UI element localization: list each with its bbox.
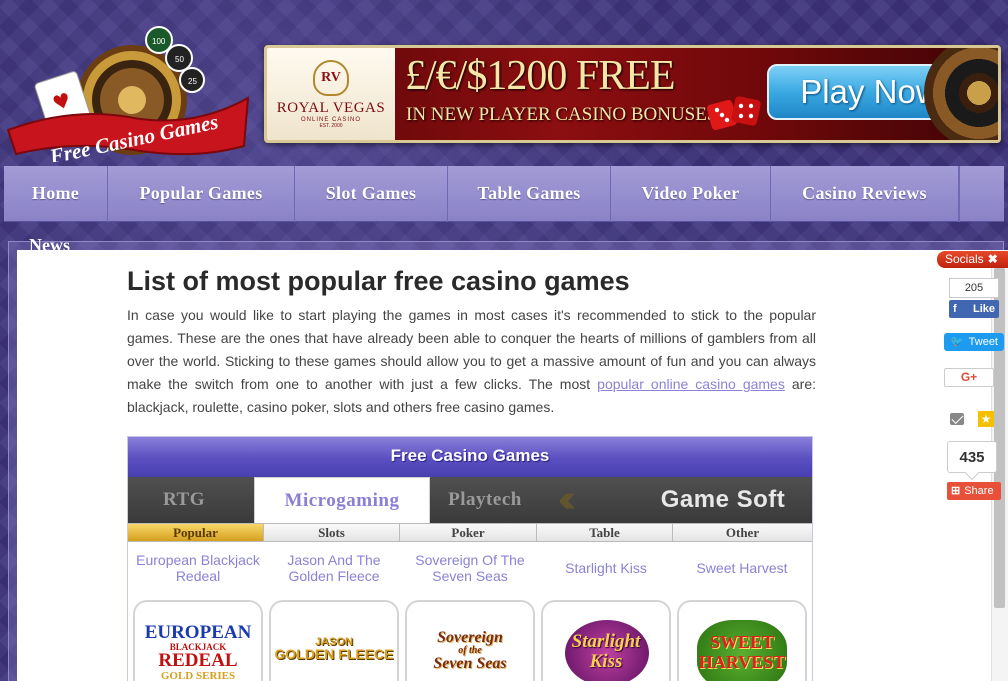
nav-video-poker[interactable]: Video Poker [611,166,771,222]
chip-100-label: 100 [152,37,166,46]
tab-game-soft[interactable]: Game Soft [628,477,818,523]
game-name-starlight-kiss[interactable]: Starlight Kiss [540,560,672,576]
tab-slots[interactable]: Slots [264,524,400,541]
free-casino-games-widget: Free Casino Games RTG Microgaming Playte… [127,436,813,681]
plus-icon: ⊞ [951,485,961,497]
game-card-european-blackjack[interactable]: EUROPEAN BLACKJACK REDEAL GOLD SERIES [133,600,263,681]
royal-vegas-logo: RV ROYAL VEGAS ONLINE CASINO EST. 2000 [267,48,395,140]
logo-line: Starlight [571,631,641,652]
tweet-button[interactable]: 🐦 Tweet [944,333,1004,351]
facebook-icon: f [953,303,957,315]
facebook-like-label: Like [972,303,995,315]
game-card-sweet-harvest[interactable]: SWEET HARVEST [677,600,807,681]
royal-vegas-banner[interactable]: RV ROYAL VEGAS ONLINE CASINO EST. 2000 £… [264,45,1001,143]
scrollbar-thumb[interactable] [994,268,1005,608]
tab-rtg[interactable]: RTG [128,477,240,523]
provider-tabs: RTG Microgaming Playtech ‹‹‹ Game Soft [128,477,812,523]
nav-overflow-cell [959,166,1004,222]
tweet-label: Tweet [968,336,998,348]
tab-other[interactable]: Other [673,524,812,541]
dice-icon [706,96,761,131]
game-card-jason-golden-fleece[interactable]: JASON GOLDEN FLEECE [269,600,399,681]
tab-microgaming[interactable]: Microgaming [254,477,430,523]
nav-slot-games[interactable]: Slot Games [295,166,448,222]
page-title: List of most popular free casino games [127,266,630,296]
nav-casino-reviews[interactable]: Casino Reviews [771,166,959,222]
games-grid: European Blackjack Redeal Jason And The … [128,542,812,681]
banner-headline: £/€/$1200 FREE [405,53,676,99]
intro-paragraph: In case you would like to start playing … [127,304,816,419]
game-name-jason-golden-fleece[interactable]: Jason And The Golden Fleece [268,552,400,584]
popular-games-link[interactable]: popular online casino games [597,376,785,392]
logo-line: Sovereign [437,629,503,646]
facebook-like-count: 205 [949,278,999,298]
site-logo[interactable]: ♥ 100 50 25 Free Casino Games [4,18,252,169]
logo-line: GOLDEN FLEECE [274,646,394,662]
logo-line: EUROPEAN [144,622,252,643]
socials-label: Socials [945,252,984,266]
facebook-like-button[interactable]: f Like [949,300,999,318]
share-label: Share [964,485,994,497]
game-card-starlight-kiss[interactable]: Starlight Kiss [541,600,671,681]
share-button[interactable]: ⊞ Share [947,482,1001,500]
logo-line: Kiss [589,651,623,672]
game-name-sovereign-seven-seas[interactable]: Sovereign Of The Seven Seas [404,552,536,584]
game-name-sweet-harvest[interactable]: Sweet Harvest [676,560,808,576]
tab-poker[interactable]: Poker [400,524,537,541]
close-icon[interactable]: ✖ [988,252,998,266]
logo-line: HARVEST [698,652,786,672]
email-icon[interactable] [950,413,964,425]
logo-line: SWEET [709,632,775,652]
main-nav: Home Popular Games Slot Games Table Game… [4,166,1004,222]
chip-50-label: 50 [175,55,184,64]
favorite-star-icon[interactable]: ★ [978,411,994,427]
category-tabs: Popular Slots Poker Table Other [128,523,812,542]
logo-line: Seven Seas [433,655,507,672]
google-plus-button[interactable]: G+ [944,368,994,387]
logo-line: GOLD SERIES [160,670,236,681]
rv-crest-icon: RV [313,59,349,96]
game-name-european-blackjack[interactable]: European Blackjack Redeal [132,552,264,584]
twitter-icon: 🐦 [950,336,964,348]
game-card-sovereign-seven-seas[interactable]: Sovereign of the Seven Seas [405,600,535,681]
brand-est: EST. 2000 [319,122,343,129]
tab-popular[interactable]: Popular [128,524,264,541]
nav-popular-games[interactable]: Popular Games [108,166,295,222]
logo-line: REDEAL [158,650,238,671]
roulette-wheel-icon [924,48,998,140]
nav-home[interactable]: Home [4,166,108,222]
chip-25-label: 25 [188,77,197,86]
nav-table-games[interactable]: Table Games [448,166,611,222]
banner-subline: IN NEW PLAYER CASINO BONUSES! [406,104,724,125]
tab-table[interactable]: Table [537,524,673,541]
tab-playtech[interactable]: Playtech [430,477,540,523]
share-count: 435 [947,441,997,473]
socials-panel-toggle[interactable]: Socials ✖ [937,251,1008,268]
widget-header: Free Casino Games [128,437,812,477]
brand-name: ROYAL VEGAS [276,99,386,116]
